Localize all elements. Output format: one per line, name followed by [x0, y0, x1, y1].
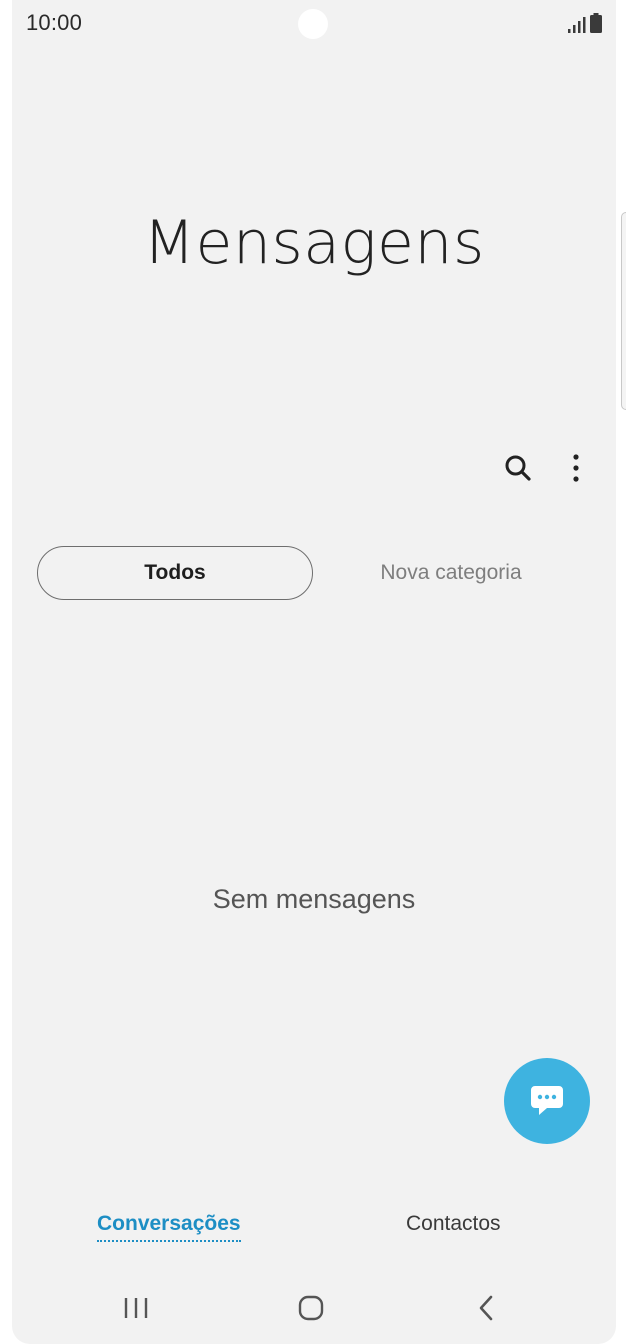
- status-time: 10:00: [26, 10, 83, 35]
- filter-tab-nova-categoria[interactable]: Nova categoria: [342, 546, 560, 600]
- front-camera: [298, 9, 328, 39]
- more-options-icon: [573, 454, 579, 482]
- search-button[interactable]: [496, 446, 540, 490]
- search-icon: [505, 455, 531, 481]
- home-icon: [298, 1295, 324, 1321]
- more-options-button[interactable]: [554, 446, 598, 490]
- app-screen: 10:00 Mensagens Todos Nova categoria Sem…: [12, 0, 616, 1344]
- compose-message-button[interactable]: [504, 1058, 590, 1144]
- edge-panel-handle[interactable]: [621, 212, 626, 410]
- filter-tab-todos[interactable]: Todos: [37, 546, 313, 600]
- status-icons: [568, 13, 602, 33]
- back-button[interactable]: [462, 1284, 510, 1332]
- tab-contactos[interactable]: Contactos: [406, 1212, 501, 1236]
- empty-state-text: Sem mensagens: [212, 884, 416, 914]
- recent-apps-button[interactable]: [112, 1284, 160, 1332]
- signal-icon: [568, 17, 586, 33]
- tab-conversacoes[interactable]: Conversações: [97, 1212, 241, 1242]
- back-icon: [479, 1295, 493, 1321]
- compose-message-icon: [531, 1086, 563, 1115]
- page-title: Mensagens: [143, 208, 485, 278]
- home-button[interactable]: [287, 1284, 335, 1332]
- battery-icon: [590, 13, 602, 33]
- recent-apps-icon: [124, 1298, 148, 1318]
